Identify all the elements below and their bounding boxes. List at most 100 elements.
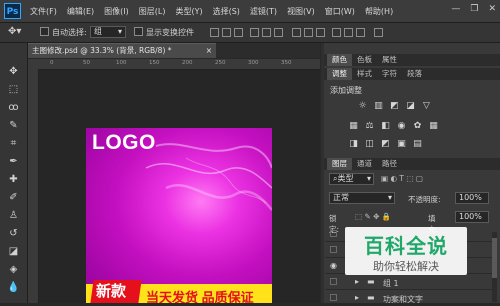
quick-select-tool-icon[interactable]: ✎	[6, 119, 21, 132]
menu-help[interactable]: 帮助(H)	[365, 6, 393, 17]
auto-align-icon[interactable]	[374, 28, 383, 37]
watermark: 百科全说 助你轻松解决	[345, 227, 467, 275]
menu-filter[interactable]: 滤镜(T)	[250, 6, 277, 17]
selective-color-icon[interactable]: ▣	[396, 139, 407, 149]
opacity-label: 不透明度:	[408, 195, 441, 204]
document-tab-title: 主图修改.psd @ 33.3% (背景, RGB/8) *	[32, 46, 172, 55]
show-transform-checkbox[interactable]	[134, 27, 143, 37]
menu-image[interactable]: 图像(I)	[104, 6, 129, 17]
channel-mixer-icon[interactable]: ✿	[412, 121, 423, 131]
clone-stamp-tool-icon[interactable]: ♙	[6, 209, 21, 222]
align-hcenter-icon[interactable]	[262, 28, 271, 37]
tab-paragraph[interactable]: 段落	[402, 68, 427, 80]
eyedropper-tool-icon[interactable]: ✒	[6, 155, 21, 168]
layer-row[interactable]: ▸ ▬ 功案和文字	[325, 291, 495, 306]
visibility-toggle[interactable]	[330, 230, 337, 237]
align-bottom-icon[interactable]	[234, 28, 243, 37]
menu-edit[interactable]: 编辑(E)	[67, 6, 94, 17]
close-tab-icon[interactable]: ×	[206, 44, 212, 58]
brush-tool-icon[interactable]: ✐	[6, 191, 21, 204]
ruler-horizontal[interactable]: 0 50 100 150 200 250 300 350	[28, 59, 320, 70]
distribute-right-icon[interactable]	[356, 28, 365, 37]
ruler-label: 250	[215, 60, 226, 66]
color-lookup-icon[interactable]: ▦	[428, 121, 439, 131]
lock-icons[interactable]: ⬚ ✎ ✥ 🔒	[355, 212, 391, 221]
photoshop-logo: Ps	[4, 3, 21, 19]
align-top-icon[interactable]	[210, 28, 219, 37]
menu-type[interactable]: 类型(Y)	[175, 6, 202, 17]
ruler-vertical[interactable]	[28, 69, 39, 303]
exposure-icon[interactable]: ◪	[405, 101, 416, 111]
color-balance-icon[interactable]: ⚖	[364, 121, 375, 131]
align-vcenter-icon[interactable]	[222, 28, 231, 37]
black-white-icon[interactable]: ◧	[380, 121, 391, 131]
tab-layers[interactable]: 图层	[327, 158, 352, 170]
expand-arrow-icon[interactable]: ▸	[355, 277, 359, 286]
layer-filter-dropdown[interactable]: ⌕类型 ▾	[329, 173, 374, 185]
expand-arrow-icon[interactable]: ▸	[355, 293, 359, 302]
eye-icon[interactable]: ◉	[330, 261, 339, 270]
ruler-label: 350	[281, 60, 292, 66]
tab-character[interactable]: 字符	[377, 68, 402, 80]
tab-properties[interactable]: 属性	[377, 54, 402, 66]
healing-brush-tool-icon[interactable]: ✚	[6, 173, 21, 186]
history-brush-tool-icon[interactable]: ↺	[6, 227, 21, 240]
tab-channels[interactable]: 通道	[352, 158, 377, 170]
lasso-tool-icon[interactable]: ꝏ	[6, 101, 21, 114]
paint-bucket-tool-icon[interactable]: ◈	[6, 263, 21, 276]
menu-window[interactable]: 窗口(W)	[325, 6, 355, 17]
tab-paths[interactable]: 路径	[377, 158, 402, 170]
align-left-icon[interactable]	[250, 28, 259, 37]
visibility-toggle[interactable]	[330, 294, 337, 301]
fill-input[interactable]: 100%	[455, 211, 489, 223]
crop-tool-icon[interactable]: ⌗	[6, 137, 21, 150]
eraser-tool-icon[interactable]: ◪	[6, 245, 21, 258]
distribute-top-icon[interactable]	[292, 28, 301, 37]
move-tool-icon[interactable]: ✥	[6, 65, 21, 78]
hue-saturation-icon[interactable]: ▦	[348, 121, 359, 131]
distribute-hcenter-icon[interactable]	[344, 28, 353, 37]
distribute-vcenter-icon[interactable]	[304, 28, 313, 37]
minimize-icon[interactable]: —	[451, 4, 460, 14]
distribute-left-icon[interactable]	[332, 28, 341, 37]
menu-view[interactable]: 视图(V)	[287, 6, 315, 17]
move-tool-preset-icon[interactable]: ✥▾	[8, 26, 21, 37]
auto-select-dropdown[interactable]: 组 ▾	[90, 26, 126, 38]
layers-scrollbar-thumb[interactable]	[492, 238, 497, 278]
ruler-label: 300	[248, 60, 259, 66]
threshold-icon[interactable]: ◩	[380, 139, 391, 149]
opacity-input[interactable]: 100%	[455, 192, 489, 204]
menu-file[interactable]: 文件(F)	[30, 6, 57, 17]
restore-icon[interactable]: ❐	[470, 4, 478, 14]
layer-name: 组 1	[383, 279, 399, 288]
visibility-toggle[interactable]	[330, 278, 337, 285]
tab-adjustments[interactable]: 调整	[327, 68, 352, 80]
blend-mode-dropdown[interactable]: 正常 ▾	[329, 192, 395, 204]
blur-tool-icon[interactable]: 💧	[6, 281, 21, 294]
layer-filter-icons[interactable]: ▣ ◐ T ⬚ ▢	[381, 174, 423, 183]
main-menu: 文件(F) 编辑(E) 图像(I) 图层(L) 类型(Y) 选择(S) 滤镜(T…	[30, 0, 403, 22]
tab-color[interactable]: 颜色	[327, 54, 352, 66]
document-canvas[interactable]: LOGO 新款 当天发货 品质保证	[86, 128, 272, 303]
close-icon[interactable]: ✕	[488, 4, 496, 14]
tab-styles[interactable]: 样式	[352, 68, 377, 80]
posterize-icon[interactable]: ◫	[364, 139, 375, 149]
gradient-map-icon[interactable]: ▤	[412, 139, 423, 149]
vibrance-icon[interactable]: ▽	[421, 101, 432, 111]
levels-icon[interactable]: ▥	[373, 101, 384, 111]
invert-icon[interactable]: ◨	[348, 139, 359, 149]
marquee-tool-icon[interactable]: ⬚	[6, 83, 21, 96]
curves-icon[interactable]: ◩	[389, 101, 400, 111]
menu-layer[interactable]: 图层(L)	[139, 6, 166, 17]
photo-filter-icon[interactable]: ◉	[396, 121, 407, 131]
brightness-icon[interactable]: ☼	[357, 101, 368, 111]
auto-select-checkbox[interactable]	[40, 27, 49, 37]
distribute-bottom-icon[interactable]	[316, 28, 325, 37]
tab-swatches[interactable]: 色板	[352, 54, 377, 66]
layer-row[interactable]: ▸ ▬ 组 1	[325, 275, 495, 290]
align-right-icon[interactable]	[274, 28, 283, 37]
document-tab[interactable]: 主图修改.psd @ 33.3% (背景, RGB/8) * ×	[28, 43, 216, 58]
visibility-toggle[interactable]	[330, 246, 337, 253]
show-transform-label: 显示变换控件	[146, 28, 194, 37]
menu-select[interactable]: 选择(S)	[213, 6, 240, 17]
